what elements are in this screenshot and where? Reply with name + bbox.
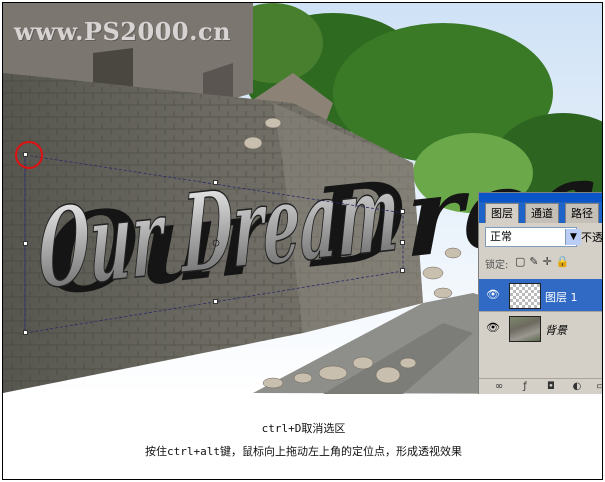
blend-mode-select[interactable]: 正常 ▼: [485, 227, 581, 247]
layer-thumbnail: [509, 283, 541, 309]
panel-title-strip: [479, 193, 602, 202]
tutorial-frame: Our Dream Our Dream www.PS2000.cn: [2, 2, 603, 480]
opacity-label: 不透: [581, 231, 603, 244]
link-icon[interactable]: ∞: [493, 381, 505, 393]
fx-icon[interactable]: ƒ: [519, 381, 531, 393]
panel-tab-bar: 图层 通道 路径: [479, 193, 602, 223]
handle-bottom-right[interactable]: [400, 268, 405, 273]
handle-bottom-left[interactable]: [23, 330, 28, 335]
handle-middle-right[interactable]: [400, 240, 405, 245]
lock-row: 锁定: ▢✎✛🔒: [481, 253, 602, 273]
blend-mode-value: 正常: [490, 230, 512, 243]
tab-channels[interactable]: 通道: [525, 203, 559, 223]
handle-bottom-middle[interactable]: [213, 299, 218, 304]
tab-paths[interactable]: 路径: [565, 203, 599, 223]
layer-thumbnail: [509, 316, 541, 342]
handle-middle-left[interactable]: [23, 241, 28, 246]
adjustment-icon[interactable]: ◐: [571, 381, 583, 393]
layer-name[interactable]: 图层 1: [545, 289, 578, 305]
handle-top-right[interactable]: [400, 209, 405, 214]
layers-panel: 图层 通道 路径 正常 ▼ 不透 锁定: ▢✎✛🔒 👁 图层 1 👁 背景 ∞: [478, 192, 603, 396]
chevron-down-icon[interactable]: ▼: [565, 229, 581, 245]
handle-top-middle[interactable]: [213, 180, 218, 185]
lock-label: 锁定:: [485, 260, 509, 271]
mask-icon[interactable]: ◘: [545, 381, 557, 393]
eye-icon[interactable]: 👁: [486, 289, 500, 301]
lock-icons[interactable]: ▢✎✛🔒: [515, 255, 574, 268]
layer-name[interactable]: 背景: [545, 322, 567, 338]
caption-line-1: ctrl+D取消选区: [261, 422, 346, 435]
handle-top-left[interactable]: [23, 152, 28, 157]
blend-row: 正常 ▼ 不透: [481, 227, 603, 249]
layer-row-layer1[interactable]: 👁 图层 1: [479, 279, 602, 313]
layer-row-background[interactable]: 👁 背景: [479, 311, 602, 345]
folder-icon[interactable]: ▭: [595, 381, 602, 393]
watermark: www.PS2000.cn: [14, 17, 232, 46]
tab-layers[interactable]: 图层: [485, 203, 519, 223]
caption-line-2: 按住ctrl+alt键，鼠标向上拖动左上角的定位点，形成透视效果: [145, 445, 462, 458]
panel-bottom-bar: ∞ ƒ ◘ ◐ ▭: [479, 378, 602, 396]
eye-icon[interactable]: 👁: [486, 322, 500, 334]
